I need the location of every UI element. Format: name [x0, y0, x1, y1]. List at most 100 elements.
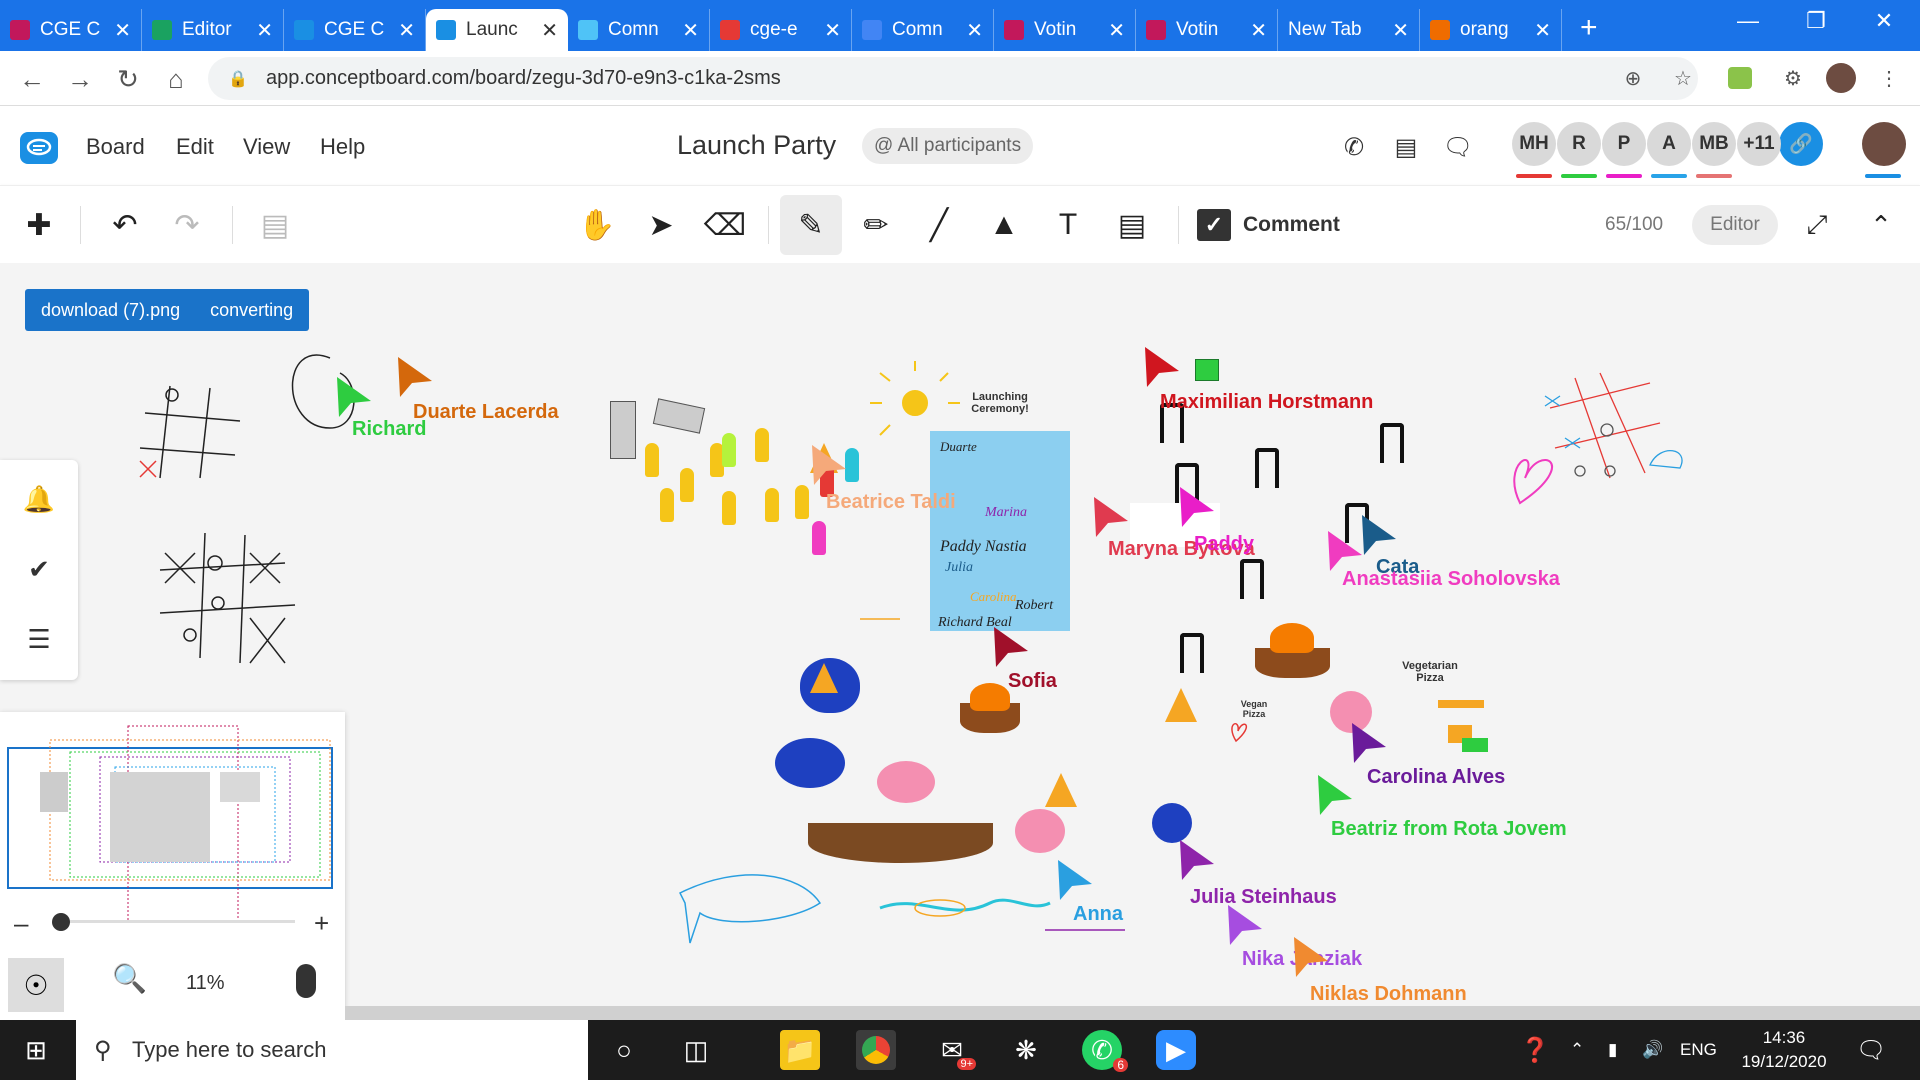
- participant-avatar[interactable]: A: [1647, 122, 1691, 166]
- browser-menu-icon[interactable]: ⋮: [1874, 63, 1904, 93]
- chair-icon[interactable]: [1380, 423, 1404, 463]
- hand-tool-icon[interactable]: ✋: [566, 195, 628, 255]
- menu-board[interactable]: Board: [86, 134, 145, 160]
- vegan-pizza-label[interactable]: Vegan Pizza: [1234, 699, 1274, 719]
- tab-close-icon[interactable]: ✕: [541, 18, 558, 43]
- comment-button[interactable]: ✓ Comment: [1197, 206, 1340, 244]
- list-icon[interactable]: ☰: [22, 622, 56, 656]
- browser-tab[interactable]: CGE C ✕: [0, 9, 142, 51]
- blue-beanbag[interactable]: [775, 738, 845, 788]
- zoom-slider-handle[interactable]: [52, 913, 70, 931]
- sticky-note-tool-icon[interactable]: ▤: [1101, 195, 1163, 255]
- sticky-note-orange[interactable]: [1438, 700, 1484, 708]
- chair-icon[interactable]: [1255, 448, 1279, 488]
- shapes-tool-icon[interactable]: ▲: [973, 195, 1035, 255]
- participant-avatar[interactable]: MB: [1692, 122, 1736, 166]
- home-icon[interactable]: ⌂: [156, 59, 196, 99]
- zoom-magnifier-icon[interactable]: 🔍: [112, 962, 147, 995]
- vegetarian-pizza-label[interactable]: Vegetarian Pizza: [1395, 660, 1465, 684]
- chrome-icon[interactable]: [856, 1030, 896, 1070]
- browser-tab[interactable]: Comn ✕: [852, 9, 994, 51]
- drink-glass-icon[interactable]: [660, 488, 674, 522]
- tab-close-icon[interactable]: ✕: [1534, 18, 1551, 43]
- tasks-check-icon[interactable]: ✔: [22, 552, 56, 586]
- tab-close-icon[interactable]: ✕: [1108, 18, 1125, 43]
- launching-ceremony-label[interactable]: Launching Ceremony!: [950, 391, 1050, 415]
- tab-close-icon[interactable]: ✕: [398, 18, 415, 43]
- line-tool-icon[interactable]: ╱: [908, 195, 970, 255]
- browser-tab[interactable]: Comn ✕: [568, 9, 710, 51]
- tab-close-icon[interactable]: ✕: [824, 18, 841, 43]
- tab-close-icon[interactable]: ✕: [966, 18, 983, 43]
- bonfire-flame[interactable]: [970, 683, 1010, 711]
- mouse-mode-icon[interactable]: [296, 964, 316, 998]
- bell-icon[interactable]: 🔔: [22, 482, 56, 516]
- whatsapp-icon[interactable]: ✆ 6: [1082, 1030, 1128, 1072]
- chair-icon[interactable]: [1180, 633, 1204, 673]
- signature-poster[interactable]: Duarte Marina Paddy Nastia Julia Carolin…: [930, 431, 1070, 631]
- zoom-in-small-icon[interactable]: +: [314, 908, 329, 939]
- drink-glass-icon[interactable]: [645, 443, 659, 477]
- participant-avatar[interactable]: MH: [1512, 122, 1556, 166]
- close-window-icon[interactable]: ✕: [1850, 0, 1918, 42]
- slack-icon[interactable]: ❋: [1006, 1030, 1046, 1070]
- drink-glass-icon[interactable]: [722, 433, 736, 467]
- undo-icon[interactable]: ↶: [94, 195, 156, 255]
- tab-close-icon[interactable]: ✕: [114, 18, 131, 43]
- file-explorer-icon[interactable]: 📁: [780, 1030, 820, 1070]
- browser-tab[interactable]: Votin ✕: [994, 9, 1136, 51]
- help-tray-icon[interactable]: ❓: [1520, 1020, 1550, 1080]
- profile-avatar[interactable]: [1826, 63, 1856, 93]
- eraser-tool-icon[interactable]: ⌫: [694, 195, 756, 255]
- new-tab-icon[interactable]: +: [1580, 11, 1598, 45]
- bonfire-flame[interactable]: [1270, 623, 1314, 653]
- pizza-slice[interactable]: [1045, 773, 1077, 807]
- drink-glass-icon[interactable]: [812, 521, 826, 555]
- task-view-icon[interactable]: ◫: [676, 1030, 716, 1070]
- phone-icon[interactable]: ✆: [1337, 130, 1371, 164]
- role-badge[interactable]: Editor: [1692, 205, 1778, 245]
- pen-tool-icon[interactable]: ✎: [780, 195, 842, 255]
- drink-glass-icon[interactable]: [680, 468, 694, 502]
- milk-carton[interactable]: [610, 401, 636, 459]
- browser-tab[interactable]: New Tab ✕: [1278, 9, 1420, 51]
- conceptboard-logo-icon[interactable]: [20, 132, 58, 164]
- browser-tab[interactable]: cge-e ✕: [710, 9, 852, 51]
- zoom-out-icon[interactable]: –: [14, 908, 28, 939]
- user-avatar[interactable]: [1862, 122, 1906, 166]
- volume-icon[interactable]: 🔊: [1642, 1020, 1663, 1080]
- browser-tab[interactable]: Votin ✕: [1136, 9, 1278, 51]
- back-icon[interactable]: ←: [12, 59, 52, 99]
- pink-beanbag[interactable]: [1015, 809, 1065, 853]
- green-screen-icon[interactable]: [1195, 359, 1219, 381]
- presentation-icon[interactable]: ▤: [1389, 130, 1423, 164]
- text-tool-icon[interactable]: T: [1037, 195, 1099, 255]
- pink-beanbag[interactable]: [877, 761, 935, 803]
- board-title[interactable]: Launch Party: [677, 130, 836, 161]
- horizontal-scrollbar[interactable]: [345, 1006, 1920, 1020]
- participants-filter[interactable]: @ All participants: [862, 128, 1034, 164]
- sticky-note-green[interactable]: [1462, 738, 1488, 752]
- extensions-puzzle-icon[interactable]: ⚙: [1778, 63, 1808, 93]
- zoom-level[interactable]: 11%: [186, 972, 225, 995]
- url-bar[interactable]: 🔒 app.conceptboard.com/board/zegu-3d70-e…: [208, 57, 1698, 100]
- clock[interactable]: 14:36 19/12/2020: [1736, 1026, 1832, 1074]
- browser-tab[interactable]: CGE C ✕: [284, 9, 426, 51]
- chat-icon[interactable]: 🗨: [1441, 130, 1475, 164]
- browser-tab[interactable]: Editor ✕: [142, 9, 284, 51]
- select-tool-icon[interactable]: ➤: [630, 195, 692, 255]
- minimize-icon[interactable]: —: [1714, 0, 1782, 42]
- participant-avatar[interactable]: +11: [1737, 122, 1781, 166]
- reload-icon[interactable]: ↻: [108, 59, 148, 99]
- tray-chevron-icon[interactable]: ⌃: [1570, 1020, 1584, 1080]
- add-icon[interactable]: ✚: [8, 195, 70, 255]
- tab-close-icon[interactable]: ✕: [256, 18, 273, 43]
- wooden-boat[interactable]: [808, 823, 993, 863]
- chair-icon[interactable]: [1240, 559, 1264, 599]
- taskbar-search[interactable]: ⚲ Type here to search: [76, 1020, 588, 1080]
- browser-tab[interactable]: Launc ✕: [426, 9, 568, 51]
- highlighter-tool-icon[interactable]: ✏: [845, 195, 907, 255]
- pizza-slice[interactable]: [810, 663, 838, 693]
- tab-close-icon[interactable]: ✕: [1392, 18, 1409, 43]
- mail-app-icon[interactable]: ✉ 9+: [932, 1030, 976, 1070]
